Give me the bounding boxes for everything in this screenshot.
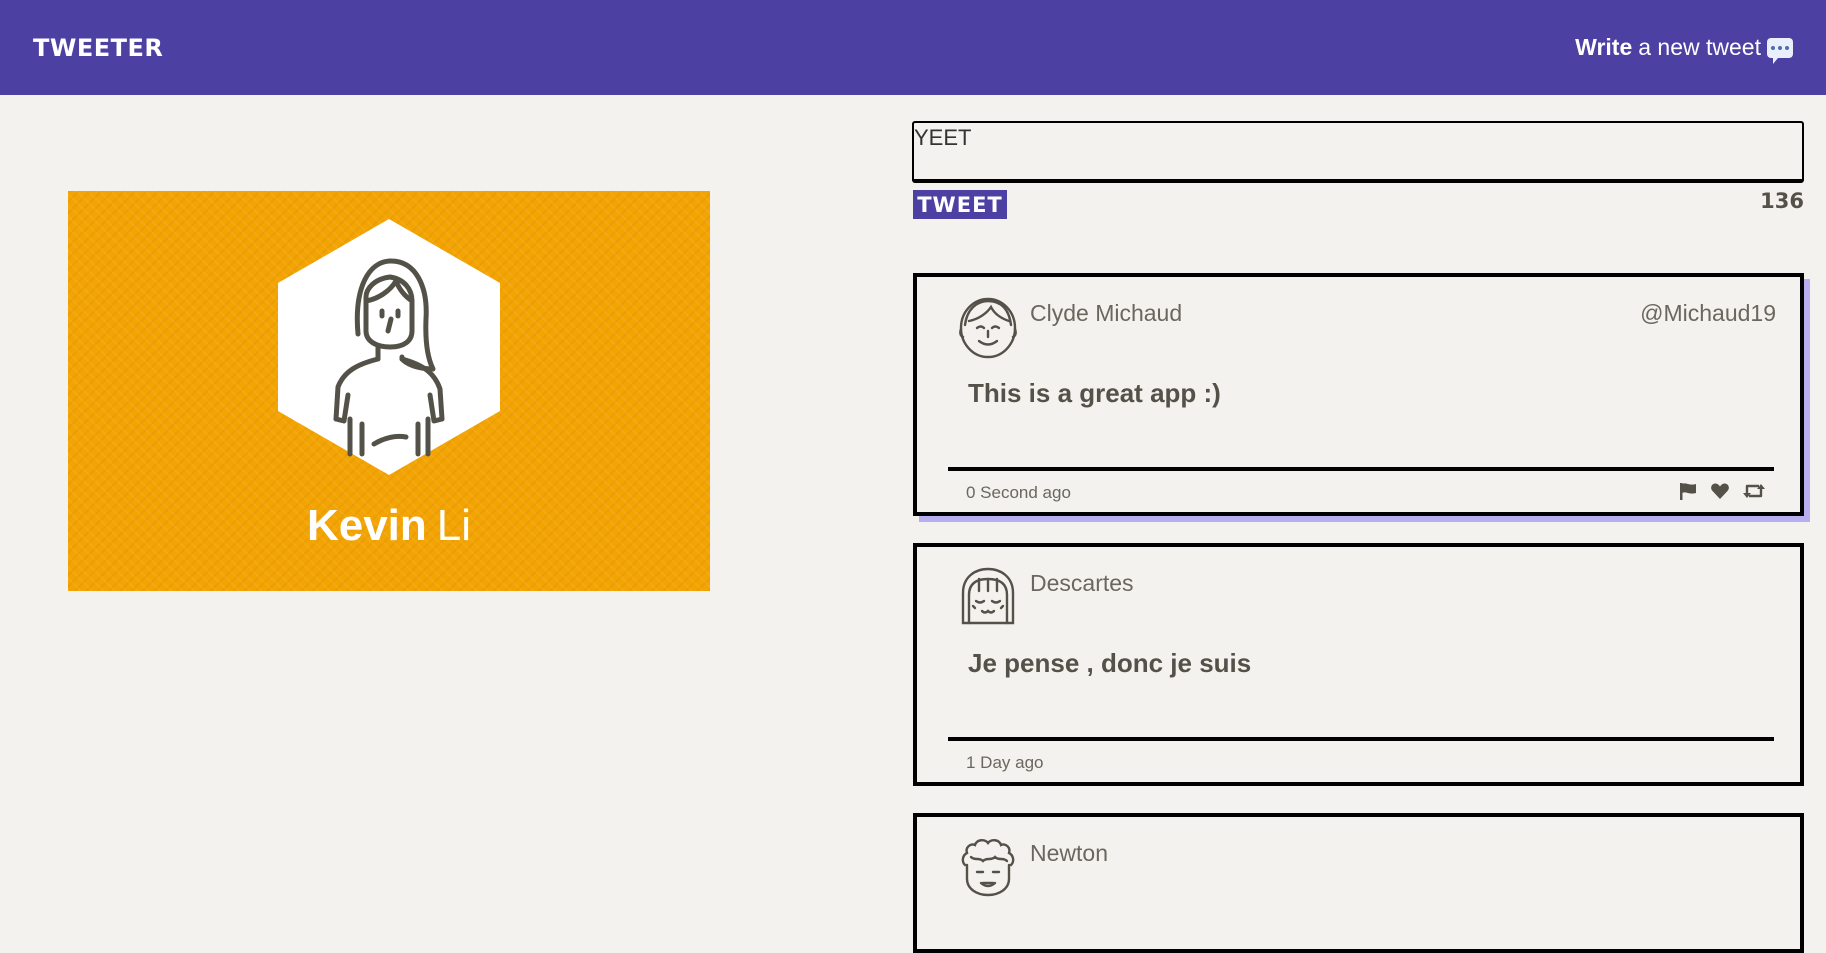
woman-bob-avatar-icon [961,567,1015,625]
tweet-button[interactable]: TWEET [913,190,1007,219]
compose-label: a new tweet [1638,34,1761,60]
man-avatar-icon [959,297,1017,359]
profile-avatar [278,219,500,475]
profile-name: Kevin Li [68,501,710,551]
profile-last-name: Li [436,501,472,550]
tweet-author[interactable]: Descartes [1030,570,1134,597]
tweet-card: Newton [913,813,1804,953]
tweet-author[interactable]: Newton [1030,840,1108,867]
tweet-actions [1678,481,1766,501]
tweet-divider [948,737,1774,741]
tweet-handle[interactable]: @Michaud19 [1640,300,1776,327]
compose-bold-label: Write [1575,34,1633,60]
speech-bubble-icon [1767,37,1793,64]
tweet-divider [948,467,1774,471]
tweet-author[interactable]: Clyde Michaud [1030,300,1182,327]
app-logo[interactable]: TWEETER [33,34,163,62]
retweet-icon[interactable] [1742,481,1766,501]
profile-card: Kevin Li [68,191,710,591]
tweet-input[interactable] [912,121,1804,183]
heart-icon[interactable] [1710,481,1730,501]
curly-hair-avatar-icon [961,839,1015,897]
write-new-tweet-link[interactable]: Write a new tweet [1575,34,1793,64]
tweet-content: This is a great app :) [968,378,1221,408]
tweet-card: Descartes Je pense , donc je suis 1 Day … [913,543,1804,786]
top-nav: TWEETER Write a new tweet [0,0,1826,95]
tweet-timestamp: 1 Day ago [966,753,1044,772]
profile-first-name: Kevin [306,501,427,550]
flag-icon[interactable] [1678,481,1698,501]
tweet-timestamp: 0 Second ago [966,483,1071,502]
character-counter: 136 [1760,189,1804,213]
tweet-card: Clyde Michaud @Michaud19 This is a great… [913,273,1804,516]
tweet-content: Je pense , donc je suis [968,648,1252,678]
